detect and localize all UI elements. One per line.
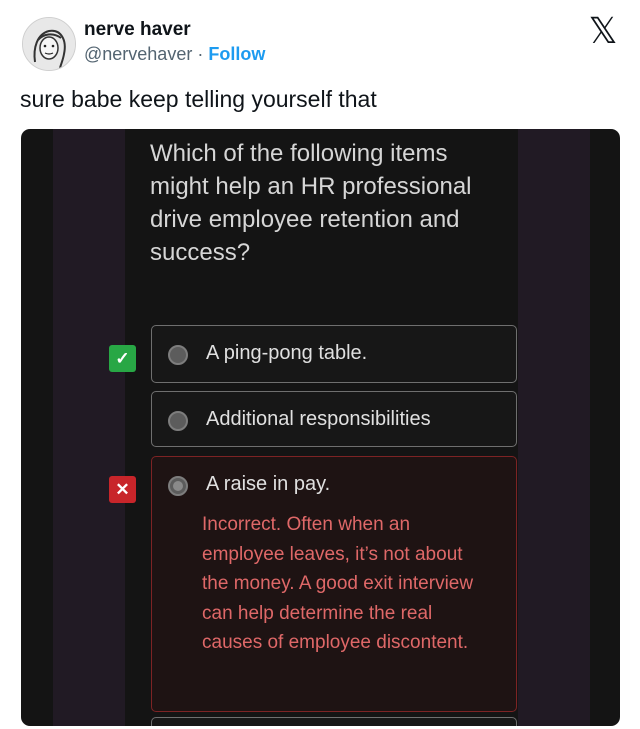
answer-label: A ping-pong table. [206,342,368,364]
avatar-drawing-icon [23,18,75,70]
feedback-text: Incorrect. Often when an employee leaves… [202,514,474,653]
quiz-question: Which of the following items might help … [150,140,472,266]
correct-check-icon: ✓ [109,345,136,372]
right-side-band [518,129,590,726]
answer-option-responsibilities[interactable]: Additional responsibilities [151,391,517,447]
answer-option-raise[interactable]: A raise in pay. Incorrect. Often when an… [151,456,517,712]
avatar[interactable] [22,17,76,71]
user-handle[interactable]: @nervehaver [84,44,192,64]
tweet-text: sure babe keep telling yourself that [20,86,377,112]
radio-icon[interactable] [168,345,188,365]
incorrect-x-icon: ✕ [109,476,136,503]
answer-label: Additional responsibilities [206,408,431,430]
handle-row: @nervehaver · Follow [84,44,265,65]
radio-icon[interactable] [168,411,188,431]
left-side-band [53,129,125,726]
radio-selected-icon[interactable] [168,476,188,496]
separator-dot: · [197,44,204,64]
quiz-screenshot: Which of the following items might help … [21,129,620,726]
answer-label: A raise in pay. [206,473,331,495]
answer-option-partial[interactable] [151,717,517,726]
x-logo-icon[interactable]: 𝕏 [586,13,620,49]
follow-button[interactable]: Follow [208,44,265,64]
answer-option-ping-pong[interactable]: A ping-pong table. [151,325,517,383]
display-name[interactable]: nerve haver [84,19,191,41]
